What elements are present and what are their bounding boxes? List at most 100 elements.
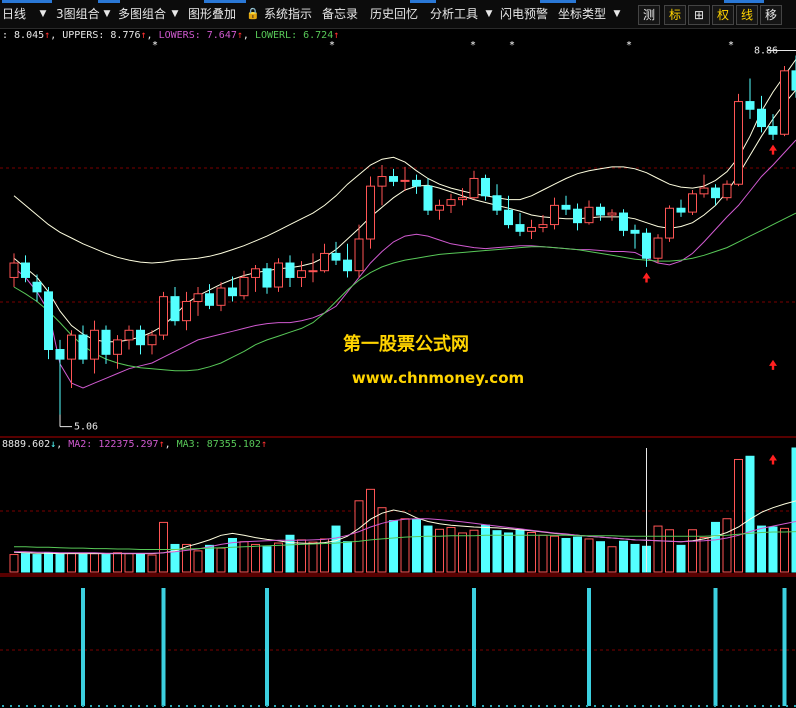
baseline-dot <box>650 705 652 707</box>
toolbar-accent-3 <box>410 0 436 3</box>
baseline-dot <box>506 705 508 707</box>
candle <box>688 189 697 215</box>
chevron-down-icon[interactable]: ▼ <box>484 4 494 24</box>
candle-body <box>113 339 122 355</box>
signal-bar <box>161 588 166 706</box>
volume-bar <box>734 458 743 573</box>
volume-bar <box>676 544 686 573</box>
chevron-down-icon[interactable]: ▼ <box>38 4 48 24</box>
volume-bar <box>699 537 709 573</box>
toolbar-item-1[interactable]: 3图组合 <box>56 4 100 24</box>
candle-body <box>515 224 525 232</box>
up-arrow-icon <box>769 454 777 465</box>
candle-body <box>527 226 536 232</box>
baseline-dot <box>242 705 244 707</box>
grid-icon[interactable]: ⊞ <box>688 5 710 25</box>
toolbar-item-3[interactable]: 图形叠加 <box>188 4 236 24</box>
volume-bar <box>308 541 318 573</box>
baseline-dot <box>146 705 148 707</box>
chevron-down-icon[interactable]: ▼ <box>102 4 112 24</box>
baseline-dot <box>442 705 444 707</box>
toolbar-item-9[interactable]: 坐标类型 <box>558 4 606 24</box>
toolbar-accent-0 <box>2 0 52 3</box>
candle <box>377 165 387 206</box>
volume-bar <box>630 543 640 573</box>
baseline-dot <box>714 705 716 707</box>
candle <box>492 184 502 215</box>
toolbar-button-1[interactable]: 标 <box>664 5 686 25</box>
candle <box>573 203 582 231</box>
volume-bar <box>584 538 594 573</box>
chevron-down-icon[interactable]: ▼ <box>612 4 622 24</box>
baseline-dot <box>346 705 348 707</box>
volume-bar <box>67 552 76 573</box>
candle-body <box>676 207 686 213</box>
signal-bar <box>472 588 476 706</box>
baseline-dot <box>434 705 436 707</box>
toolbar-accent-4 <box>540 0 576 3</box>
toolbar-item-0[interactable]: 日线 <box>2 4 26 24</box>
candle <box>285 255 295 288</box>
volume-bar <box>768 526 778 573</box>
volume-bar <box>504 532 513 573</box>
candle-body <box>331 252 341 261</box>
baseline-dot <box>754 705 756 707</box>
toolbar-button-3[interactable]: 权 <box>712 5 734 25</box>
candle-body <box>343 259 352 272</box>
baseline-dot <box>266 705 268 707</box>
toolbar-button-5[interactable]: 移 <box>760 5 782 25</box>
marker-icon: * <box>627 40 632 51</box>
candle <box>630 224 640 249</box>
toolbar-item-2[interactable]: 多图组合 <box>118 4 166 24</box>
baseline-dot <box>722 705 724 707</box>
candle-body <box>481 177 490 197</box>
candle-body <box>504 209 513 226</box>
toolbar-item-4[interactable]: 系统指示 <box>264 4 312 24</box>
volume-bar <box>561 537 571 573</box>
baseline-dot <box>690 705 692 707</box>
toolbar-item-6[interactable]: 历史回忆 <box>370 4 418 24</box>
candle-body <box>538 224 548 228</box>
baseline-dot <box>130 705 132 707</box>
candle <box>435 199 444 220</box>
baseline-dot <box>530 705 532 707</box>
volume-bar <box>573 536 582 573</box>
baseline-dot <box>18 705 20 707</box>
candle <box>90 320 99 374</box>
toolbar-item-7[interactable]: 分析工具 <box>430 4 478 24</box>
baseline-dot <box>706 705 708 707</box>
toolbar-item-8[interactable]: 闪电预警 <box>500 4 548 24</box>
baseline-dot <box>578 705 580 707</box>
chart-area[interactable]: * * * * * *: 8.045 ↑, UPPERS: 8.776 ↑, LOWERS: … <box>0 28 796 708</box>
candle-body <box>182 300 191 322</box>
baseline-dot <box>162 705 164 707</box>
baseline-dot <box>626 705 628 707</box>
baseline-dot <box>586 705 588 707</box>
upper-band-line <box>13 59 796 264</box>
legend-separator: , <box>147 30 159 41</box>
candle-body <box>170 296 180 322</box>
toolbar-button-4[interactable]: 线 <box>736 5 758 25</box>
candle <box>768 114 778 141</box>
baseline-dot <box>642 705 644 707</box>
chevron-down-icon[interactable]: ▼ <box>170 4 180 24</box>
baseline-dot <box>106 705 108 707</box>
toolbar-item-5[interactable]: 备忘录 <box>322 4 358 24</box>
lock-icon[interactable]: 🔒 <box>246 4 260 24</box>
baseline-dot <box>226 705 228 707</box>
up-arrow-icon <box>769 359 777 370</box>
candle-body <box>228 287 237 297</box>
candle-body <box>584 206 594 224</box>
candle-body <box>573 208 582 224</box>
baseline-dot <box>202 705 204 707</box>
volume-bar <box>711 521 720 573</box>
candle-body <box>722 183 732 199</box>
baseline-dot <box>570 705 572 707</box>
candle-body <box>147 334 157 346</box>
toolbar-button-0[interactable]: 测 <box>638 5 660 25</box>
baseline-dot <box>378 705 380 707</box>
toolbar-accent-1 <box>98 0 120 3</box>
up-arrow-icon <box>769 144 777 155</box>
volume-bar <box>262 546 272 573</box>
price-legend-item: LOWERL: 6.724 <box>255 30 333 41</box>
